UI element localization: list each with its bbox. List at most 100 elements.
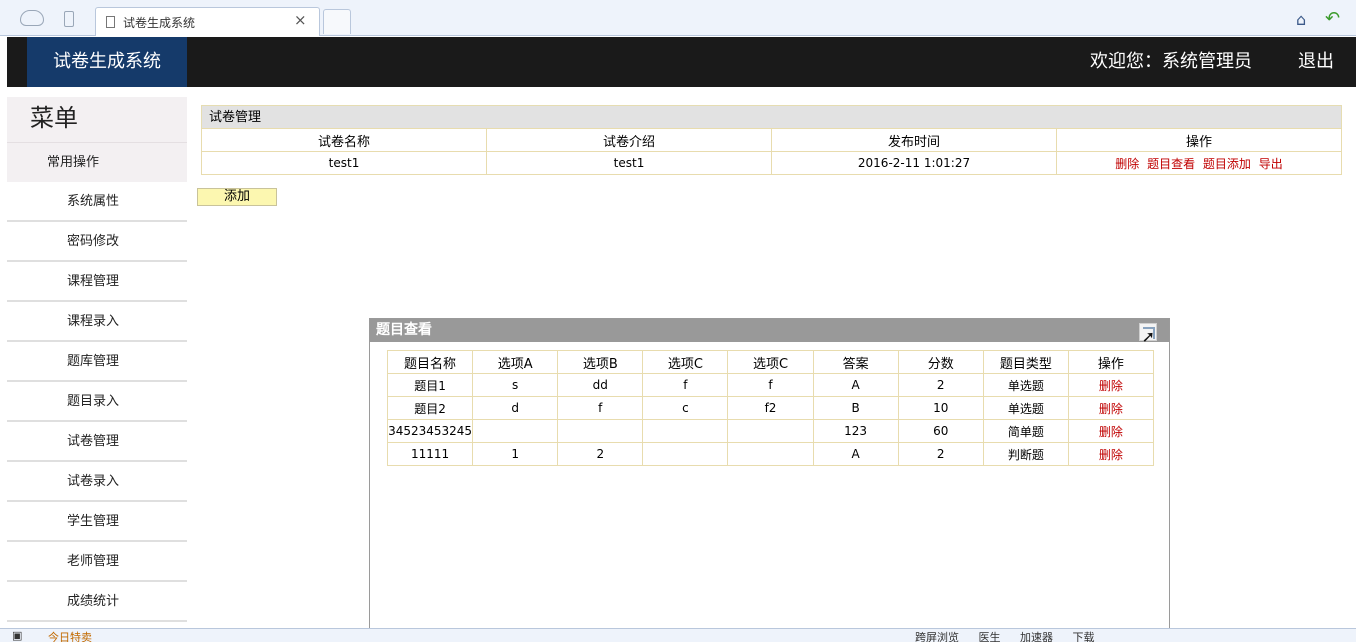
add-question-link[interactable]: 题目添加	[1203, 157, 1251, 171]
sidebar-item-exam-management[interactable]: 试卷管理	[7, 422, 187, 462]
sidebar-item-teacher-management[interactable]: 老师管理	[7, 542, 187, 582]
status-icon[interactable]: ▣	[12, 629, 22, 642]
sidebar-item-password-change[interactable]: 密码修改	[7, 222, 187, 262]
answer-cell: B	[812, 396, 899, 420]
column-header: 操作	[1056, 128, 1342, 152]
dialog-close-icon[interactable]	[1139, 323, 1157, 341]
option-d-cell	[727, 442, 814, 466]
sidebar-item-question-entry[interactable]: 题目录入	[7, 382, 187, 422]
exam-name-cell: test1	[201, 151, 487, 175]
option-b-cell: f	[557, 396, 644, 420]
table-row: test1 test1 2016-2-11 1:01:27 删除 题目查看 题目…	[201, 151, 1342, 175]
delete-link[interactable]: 删除	[1099, 379, 1123, 393]
column-header: 发布时间	[771, 128, 1057, 152]
question-name-cell: 题目1	[386, 373, 474, 397]
exam-time-cell: 2016-2-11 1:01:27	[771, 151, 1057, 175]
accelerator-link[interactable]: 加速器	[1020, 631, 1053, 642]
action-cell: 删除	[1067, 396, 1155, 420]
column-header: 选项B	[557, 350, 644, 374]
column-header: 选项C	[642, 350, 729, 374]
column-header: 操作	[1067, 350, 1155, 374]
type-cell: 简单题	[982, 419, 1069, 443]
export-link[interactable]: 导出	[1259, 157, 1283, 171]
status-bar: ▣ 今日特卖 跨屏浏览 医生 加速器 下载	[0, 628, 1356, 642]
cross-screen-link[interactable]: 跨屏浏览	[915, 631, 959, 642]
welcome-text: 欢迎您：系统管理员	[1090, 51, 1252, 72]
answer-cell: 123	[812, 419, 899, 443]
status-tools: 跨屏浏览 医生 加速器 下载	[915, 629, 1111, 642]
option-c-cell: f	[642, 373, 729, 397]
menu-heading: 菜单	[7, 97, 187, 142]
option-d-cell: f2	[727, 396, 814, 420]
sidebar-item-course-management[interactable]: 课程管理	[7, 262, 187, 302]
add-button[interactable]: 添加	[197, 188, 277, 206]
question-table: 题目名称 选项A 选项B 选项C 选项C 答案 分数 题目类型 操作 题目1 s…	[386, 350, 1155, 466]
option-a-cell: s	[472, 373, 559, 397]
cloud-icon[interactable]	[20, 10, 44, 26]
option-a-cell	[472, 419, 559, 443]
browser-toolbar: 试卷生成系统 × ⌂ ↶	[0, 0, 1356, 36]
table-row: 题目2 d f c f2 B 10 单选题 删除	[386, 396, 1155, 420]
option-c-cell: c	[642, 396, 729, 420]
table-row: 11111 1 2 A 2 判断题 删除	[386, 442, 1155, 466]
logout-link[interactable]: 退出	[1298, 37, 1334, 87]
browser-tab[interactable]: 试卷生成系统 ×	[95, 7, 320, 36]
score-cell: 10	[897, 396, 984, 420]
column-header: 试卷名称	[201, 128, 487, 152]
type-cell: 单选题	[982, 373, 1069, 397]
column-header: 题目名称	[386, 350, 474, 374]
option-a-cell: 1	[472, 442, 559, 466]
type-cell: 单选题	[982, 396, 1069, 420]
option-d-cell	[727, 419, 814, 443]
back-arrow-icon[interactable]: ↶	[1325, 8, 1340, 29]
score-cell: 2	[897, 442, 984, 466]
delete-link[interactable]: 删除	[1099, 425, 1123, 439]
view-questions-link[interactable]: 题目查看	[1147, 157, 1195, 171]
panel-title: 试卷管理	[201, 105, 1342, 128]
question-view-dialog: 题目查看 ➚ 题目名称 选项A 选项B 选项C 选项C 答案 分数 题目类型 操…	[369, 318, 1170, 642]
option-c-cell	[642, 442, 729, 466]
today-sale-link[interactable]: 今日特卖	[48, 629, 92, 642]
action-cell: 删除	[1067, 419, 1155, 443]
tab-title: 试卷生成系统	[123, 16, 196, 30]
app-title: 试卷生成系统	[27, 37, 187, 87]
column-header: 分数	[897, 350, 984, 374]
exam-intro-cell: test1	[486, 151, 772, 175]
option-b-cell: 2	[557, 442, 644, 466]
sidebar-item-system-properties[interactable]: 系统属性	[7, 182, 187, 222]
doctor-link[interactable]: 医生	[979, 631, 1001, 642]
new-tab-button[interactable]	[323, 9, 351, 34]
sidebar-item-student-management[interactable]: 学生管理	[7, 502, 187, 542]
app-header: 试卷生成系统 欢迎您：系统管理员 退出	[7, 37, 1356, 87]
exam-actions-cell: 删除 题目查看 题目添加 导出	[1056, 151, 1342, 175]
sidebar-item-course-entry[interactable]: 课程录入	[7, 302, 187, 342]
score-cell: 60	[897, 419, 984, 443]
dialog-title-bar[interactable]: 题目查看 ➚	[370, 319, 1169, 346]
table-row: 34523453245 123 60 简单题 删除	[386, 419, 1155, 443]
column-header: 选项C	[727, 350, 814, 374]
delete-link[interactable]: 删除	[1099, 448, 1123, 462]
sidebar-item-exam-entry[interactable]: 试卷录入	[7, 462, 187, 502]
option-c-cell	[642, 419, 729, 443]
close-tab-icon[interactable]: ×	[294, 11, 307, 29]
column-header: 选项A	[472, 350, 559, 374]
sidebar-item-question-bank[interactable]: 题库管理	[7, 342, 187, 382]
delete-link[interactable]: 删除	[1115, 157, 1139, 171]
download-link[interactable]: 下载	[1073, 631, 1095, 642]
sidebar-item-score-statistics[interactable]: 成绩统计	[7, 582, 187, 622]
type-cell: 判断题	[982, 442, 1069, 466]
action-cell: 删除	[1067, 373, 1155, 397]
delete-link[interactable]: 删除	[1099, 402, 1123, 416]
action-cell: 删除	[1067, 442, 1155, 466]
menu-group-common[interactable]: 常用操作	[7, 142, 187, 182]
question-name-cell: 题目2	[386, 396, 474, 420]
option-d-cell: f	[727, 373, 814, 397]
option-a-cell: d	[472, 396, 559, 420]
phone-icon[interactable]	[64, 11, 74, 27]
column-header: 答案	[812, 350, 899, 374]
dialog-title: 题目查看	[376, 322, 432, 338]
answer-cell: A	[812, 442, 899, 466]
option-b-cell	[557, 419, 644, 443]
option-b-cell: dd	[557, 373, 644, 397]
home-icon[interactable]: ⌂	[1296, 10, 1306, 29]
